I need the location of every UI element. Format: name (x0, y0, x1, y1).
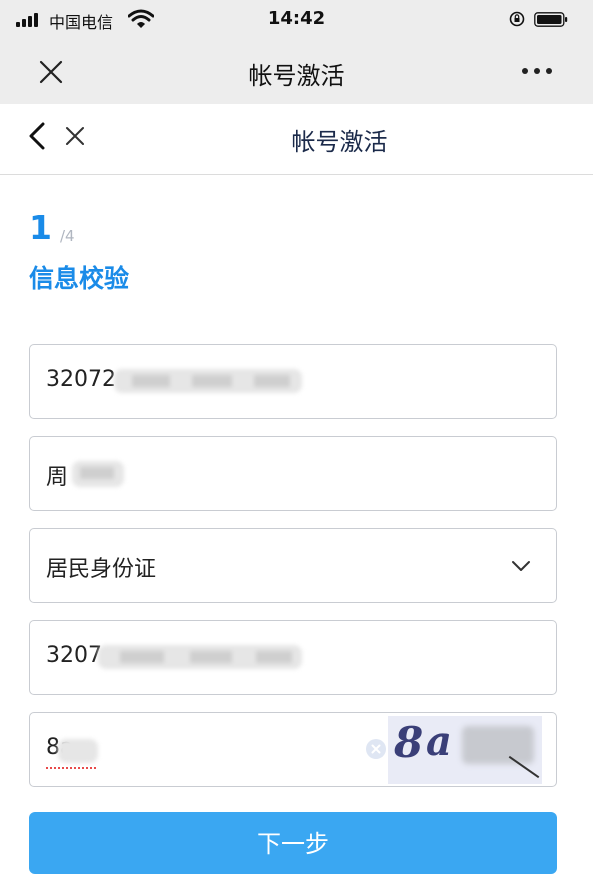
next-button[interactable]: 下一步 (29, 812, 557, 874)
spellcheck-underline (46, 765, 96, 769)
redacted-text (98, 645, 302, 669)
step-title: 信息校验 (29, 264, 130, 293)
account-field[interactable]: 32072 (29, 344, 557, 419)
clear-icon[interactable] (365, 738, 387, 760)
wechat-header: 帐号激活 (0, 40, 593, 104)
captcha-field[interactable]: 8a 8 a (29, 712, 557, 787)
orientation-lock-icon (509, 11, 525, 27)
captcha-noise (462, 726, 534, 764)
captcha-char: 8 (394, 718, 424, 767)
battery-icon (534, 12, 568, 27)
status-bar: 中国电信 14:42 (0, 0, 593, 40)
step-current: 1 (29, 208, 52, 247)
page-title: 帐号激活 (291, 128, 388, 156)
captcha-image[interactable]: 8 a (388, 716, 542, 784)
id-type-select[interactable]: 居民身份证 (29, 528, 557, 603)
id-number-field[interactable]: 3207 (29, 620, 557, 695)
redacted-text (114, 369, 302, 393)
status-time: 14:42 (267, 8, 326, 29)
id-type-value: 居民身份证 (46, 557, 157, 582)
id-number-value: 3207 (46, 643, 102, 668)
page-nav: 帐号激活 (0, 104, 593, 175)
step-total: /4 (60, 227, 75, 245)
redacted-text (58, 739, 98, 763)
account-value: 32072 (46, 367, 116, 392)
wechat-title: 帐号激活 (248, 62, 345, 90)
more-icon[interactable] (520, 66, 554, 76)
name-value: 周 (46, 465, 69, 490)
captcha-char: a (426, 718, 452, 765)
redacted-text (72, 461, 124, 487)
name-field[interactable]: 周 (29, 436, 557, 511)
chevron-down-icon (512, 561, 530, 571)
